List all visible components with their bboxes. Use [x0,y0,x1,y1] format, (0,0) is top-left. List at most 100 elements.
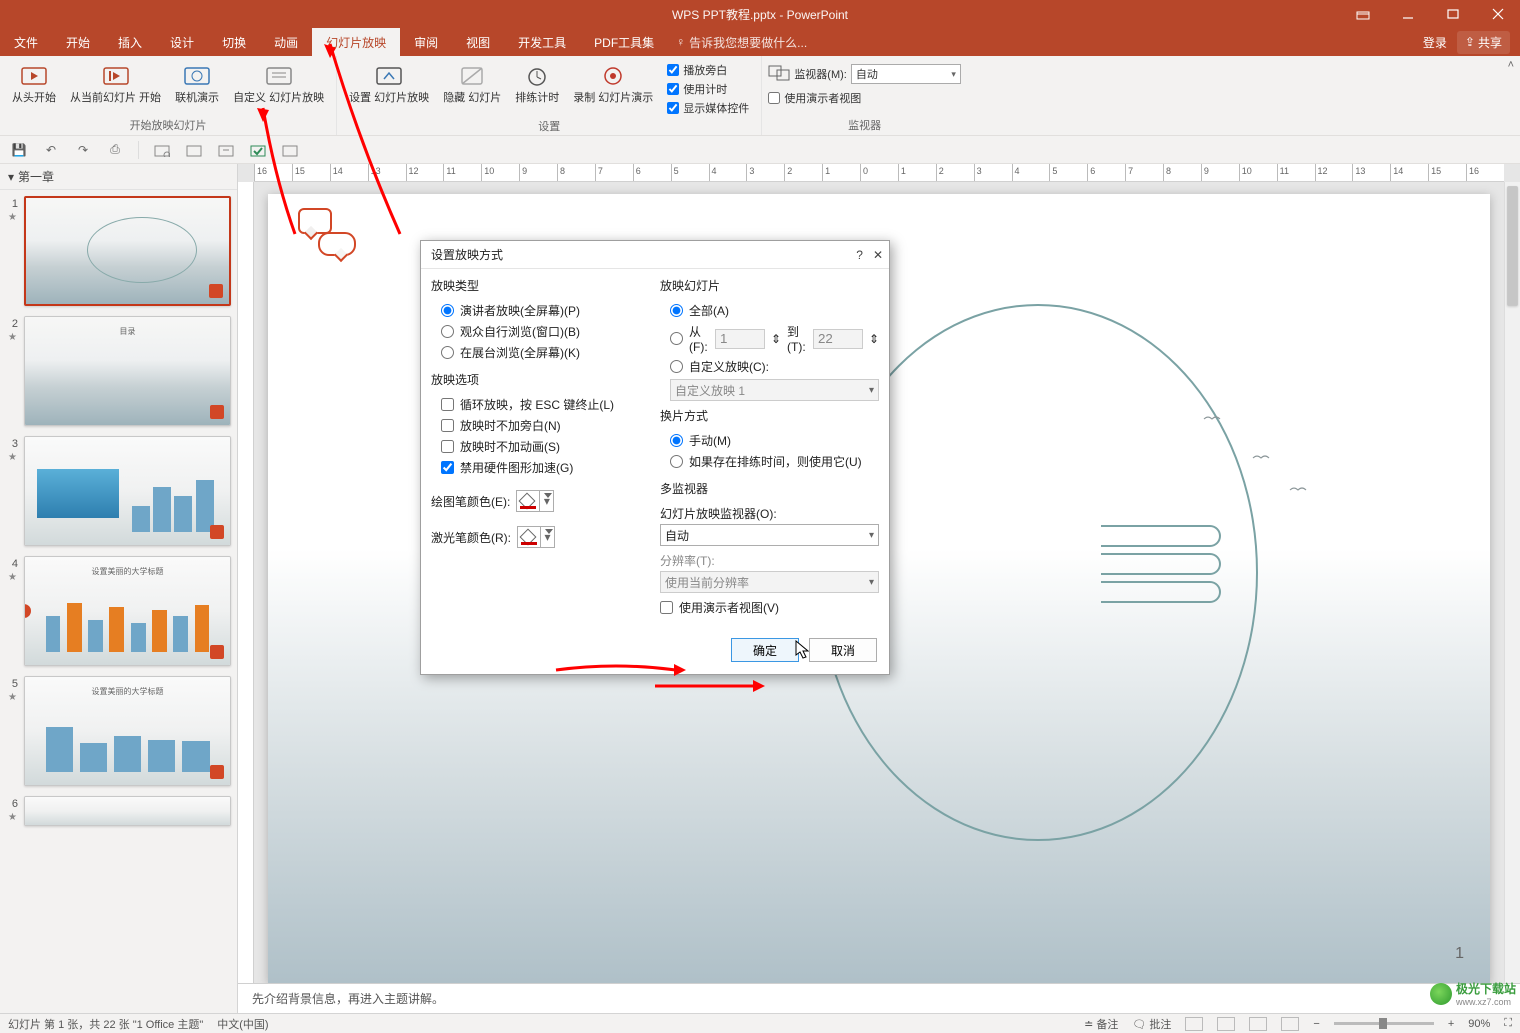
dialog-titlebar[interactable]: 设置放映方式 ? ✕ [421,241,889,269]
comment-marker-1[interactable] [298,208,332,234]
from-current-button[interactable]: 从当前幻灯片 开始 [64,60,167,107]
setup-slideshow-button[interactable]: 设置 幻灯片放映 [343,60,435,107]
qat-icon-3[interactable] [217,141,235,159]
custom-show-combo[interactable]: 自定义放映 1▾ [670,379,879,401]
tab-slideshow[interactable]: 幻灯片放映 [312,28,400,56]
save-icon[interactable]: 💾 [10,141,28,159]
hide-slide-button[interactable]: 隐藏 幻灯片 [437,60,507,107]
slide-thumb-4[interactable]: 设置美丽的大学标题 [24,556,231,666]
tab-devtools[interactable]: 开发工具 [504,28,580,56]
qat-icon-4[interactable] [249,141,267,159]
zoom-slider[interactable] [1334,1022,1434,1025]
from-input[interactable] [715,329,765,349]
slides-custom[interactable]: 自定义放映(C): [670,358,879,375]
play-current-icon [102,62,130,90]
zoom-level[interactable]: 90% [1468,1018,1490,1030]
window-title: WPS PPT教程.pptx - PowerPoint [672,6,848,23]
tell-me-hint[interactable]: ♀告诉我您想要做什么... [676,28,807,56]
undo-icon[interactable]: ↶ [42,141,60,159]
tab-review[interactable]: 审阅 [400,28,452,56]
watermark: 极光下载站 www.xz7.com [1430,980,1516,1007]
timings-check[interactable]: 使用计时 [667,81,749,97]
notes-button[interactable]: ≐ 备注 [1084,1016,1118,1032]
advance-manual[interactable]: 手动(M) [670,432,879,449]
pen-color-picker[interactable]: ▾ [516,490,554,512]
slide-thumb-2[interactable]: 目录 [24,316,231,426]
tab-transition[interactable]: 切换 [208,28,260,56]
view-slideshow-icon[interactable] [1281,1017,1299,1031]
opt-no-narration[interactable]: 放映时不加旁白(N) [441,417,650,434]
watermark-logo-icon [1430,983,1452,1005]
view-normal-icon[interactable] [1185,1017,1203,1031]
media-controls-check[interactable]: 显示媒体控件 [667,100,749,116]
slides-range[interactable]: 从(F):⇕到(T):⇕ [670,323,879,354]
advance-timings[interactable]: 如果存在排练时间，则使用它(U) [670,453,879,470]
slide-thumb-5[interactable]: 设置美丽的大学标题 [24,676,231,786]
ribbon-group-setup: 设置 幻灯片放映 隐藏 幻灯片 排练计时 录制 幻灯片演示 播放旁白 使用计时 … [337,56,762,135]
monitor-combo[interactable]: 自动 [851,64,961,84]
presenter-view-check[interactable]: 使用演示者视图 [768,90,861,106]
monitor-selector-icon [768,65,790,84]
view-reading-icon[interactable] [1249,1017,1267,1031]
show-type-kiosk[interactable]: 在展台浏览(全屏幕)(K) [441,344,650,361]
tab-design[interactable]: 设计 [156,28,208,56]
custom-show-icon [265,62,293,90]
slide-thumb-1[interactable] [24,196,231,306]
fit-window-icon[interactable]: ⛶ [1504,1017,1512,1030]
tab-view[interactable]: 视图 [452,28,504,56]
notes-pane[interactable]: 先介绍背景信息，再进入主题讲解。 [238,983,1520,1013]
qat-icon-2[interactable] [185,141,203,159]
thumbnail-pane: ▾ 第一章 1★ 2★ 目录 3★ 4★ 设置美丽的大学标题 5★ 设置美丽的大… [0,164,238,1013]
opt-disable-hw[interactable]: 禁用硬件图形加速(G) [441,459,650,476]
comment-marker-2[interactable] [318,232,356,256]
show-type-presenter[interactable]: 演讲者放映(全屏幕)(P) [441,302,650,319]
zoom-in-icon[interactable]: + [1448,1018,1454,1030]
tab-insert[interactable]: 插入 [104,28,156,56]
slide-page-number: 1 [1455,945,1464,963]
dialog-help-icon[interactable]: ? [856,248,863,262]
slides-all[interactable]: 全部(A) [670,302,879,319]
tab-animation[interactable]: 动画 [260,28,312,56]
slide-thumb-6[interactable] [24,796,231,826]
vertical-scrollbar[interactable] [1504,182,1520,983]
tab-home[interactable]: 开始 [52,28,104,56]
zoom-out-icon[interactable]: − [1313,1018,1319,1030]
setup-slideshow-dialog: 设置放映方式 ? ✕ 放映类型 演讲者放映(全屏幕)(P) 观众自行浏览(窗口)… [420,240,890,675]
ribbon-options-icon[interactable] [1340,0,1385,28]
qat-icon-5[interactable] [281,141,299,159]
dialog-close-icon[interactable]: ✕ [873,248,883,262]
to-input[interactable] [813,329,863,349]
tab-pdftools[interactable]: PDF工具集 [580,28,668,56]
dialog-title: 设置放映方式 [431,246,503,263]
custom-show-button[interactable]: 自定义 幻灯片放映 [227,60,330,107]
login-link[interactable]: 登录 [1423,34,1447,51]
rehearse-button[interactable]: 排练计时 [509,60,565,107]
cancel-button[interactable]: 取消 [809,638,877,662]
dlg-presenter-view[interactable]: 使用演示者视图(V) [660,599,879,616]
maximize-icon[interactable] [1430,0,1475,28]
redo-icon[interactable]: ↷ [74,141,92,159]
qat-icon-1[interactable] [153,141,171,159]
resolution-combo[interactable]: 使用当前分辨率▾ [660,571,879,593]
ok-button[interactable]: 确定 [731,638,799,662]
present-online-button[interactable]: 联机演示 [169,60,225,107]
slideshow-monitor-combo[interactable]: 自动▾ [660,524,879,546]
narration-check[interactable]: 播放旁白 [667,62,749,78]
opt-no-animation[interactable]: 放映时不加动画(S) [441,438,650,455]
slide-thumb-3[interactable] [24,436,231,546]
show-type-browsed[interactable]: 观众自行浏览(窗口)(B) [441,323,650,340]
minimize-icon[interactable] [1385,0,1430,28]
share-button[interactable]: ⇪共享 [1457,31,1510,54]
status-language[interactable]: 中文(中国) [217,1016,268,1032]
collapse-ribbon-icon[interactable]: ˄ [1508,59,1514,71]
laser-color-picker[interactable]: ▾ [517,526,555,548]
view-sorter-icon[interactable] [1217,1017,1235,1031]
comments-button[interactable]: 🗨 批注 [1132,1016,1171,1032]
from-beginning-button[interactable]: 从头开始 [6,60,62,107]
section-header[interactable]: ▾ 第一章 [0,164,237,190]
print-icon[interactable]: ⎙ [106,141,124,159]
opt-loop[interactable]: 循环放映，按 ESC 键终止(L) [441,396,650,413]
tab-file[interactable]: 文件 [0,28,52,56]
record-button[interactable]: 录制 幻灯片演示 [567,60,659,107]
close-icon[interactable] [1475,0,1520,28]
